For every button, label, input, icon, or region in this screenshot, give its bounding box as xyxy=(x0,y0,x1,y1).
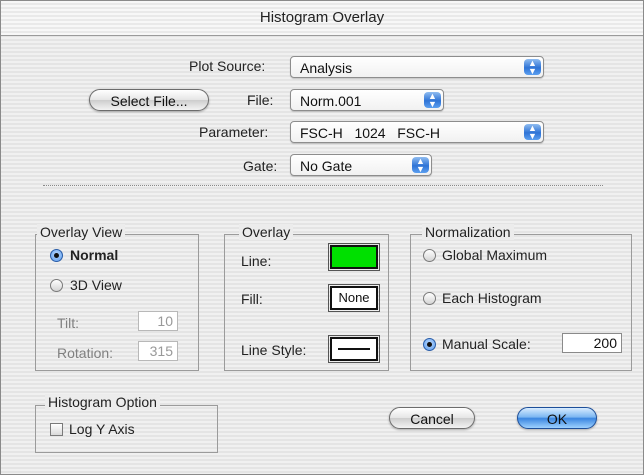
select-file-label: Select File... xyxy=(110,93,188,109)
title-bar: Histogram Overlay xyxy=(1,1,643,36)
cancel-button[interactable]: Cancel xyxy=(389,407,475,429)
manual-scale-label: Manual Scale: xyxy=(442,336,531,352)
updown-arrows-icon: ▲ ▼ xyxy=(524,124,541,141)
3d-view-radio[interactable] xyxy=(50,279,63,292)
plot-source-popup[interactable]: Analysis ▲ ▼ xyxy=(290,56,544,78)
updown-arrows-icon: ▲ ▼ xyxy=(524,59,541,76)
normal-radio[interactable] xyxy=(50,249,63,262)
3d-view-label: 3D View xyxy=(70,277,122,293)
line-style-swatch[interactable] xyxy=(328,335,380,363)
normalization-title: Normalization xyxy=(422,224,514,240)
manual-scale-field[interactable]: 200 xyxy=(562,333,622,353)
manual-scale-radio[interactable] xyxy=(423,338,436,351)
gate-label: Gate: xyxy=(243,158,278,174)
tilt-label: Tilt: xyxy=(57,315,80,331)
fill-swatch[interactable]: None xyxy=(328,284,380,312)
parameter-value: FSC-H 1024 FSC-H xyxy=(300,125,441,141)
line-style-label: Line Style: xyxy=(241,342,307,358)
select-file-button[interactable]: Select File... xyxy=(89,89,209,111)
updown-arrows-icon: ▲ ▼ xyxy=(424,92,441,109)
window-title: Histogram Overlay xyxy=(259,9,385,26)
plot-source-value: Analysis xyxy=(300,60,353,76)
overlay-title: Overlay xyxy=(239,224,294,240)
plot-source-label: Plot Source: xyxy=(189,58,266,74)
each-histogram-label: Each Histogram xyxy=(442,290,542,306)
rotation-field[interactable]: 315 xyxy=(138,341,178,361)
file-popup[interactable]: Norm.001 ▲ ▼ xyxy=(290,89,444,111)
rotation-label: Rotation: xyxy=(57,345,114,361)
line-style-sample xyxy=(338,348,370,350)
line-label: Line: xyxy=(241,253,272,269)
parameter-popup[interactable]: FSC-H 1024 FSC-H ▲ ▼ xyxy=(290,121,544,143)
log-y-axis-checkbox[interactable] xyxy=(50,423,63,436)
tilt-field[interactable]: 10 xyxy=(138,311,178,331)
parameter-label: Parameter: xyxy=(199,124,269,140)
file-label: File: xyxy=(247,92,274,108)
gate-popup[interactable]: No Gate ▲ ▼ xyxy=(290,154,432,176)
file-value: Norm.001 xyxy=(300,93,362,109)
each-histogram-radio[interactable] xyxy=(423,292,436,305)
overlay-view-title: Overlay View xyxy=(37,224,126,240)
dialog-window: Histogram Overlay Plot Source: Analysis … xyxy=(0,0,644,475)
global-maximum-radio[interactable] xyxy=(423,249,436,262)
histogram-option-title: Histogram Option xyxy=(45,394,160,410)
gate-value: No Gate xyxy=(300,158,353,174)
fill-label: Fill: xyxy=(241,291,263,307)
normal-label: Normal xyxy=(70,247,119,263)
line-color-swatch[interactable] xyxy=(328,243,380,271)
log-y-axis-label: Log Y Axis xyxy=(69,421,135,437)
separator xyxy=(43,185,603,186)
ok-button[interactable]: OK xyxy=(517,407,597,429)
global-maximum-label: Global Maximum xyxy=(442,247,548,263)
updown-arrows-icon: ▲ ▼ xyxy=(412,157,429,174)
cancel-label: Cancel xyxy=(410,411,454,427)
ok-label: OK xyxy=(546,411,568,427)
